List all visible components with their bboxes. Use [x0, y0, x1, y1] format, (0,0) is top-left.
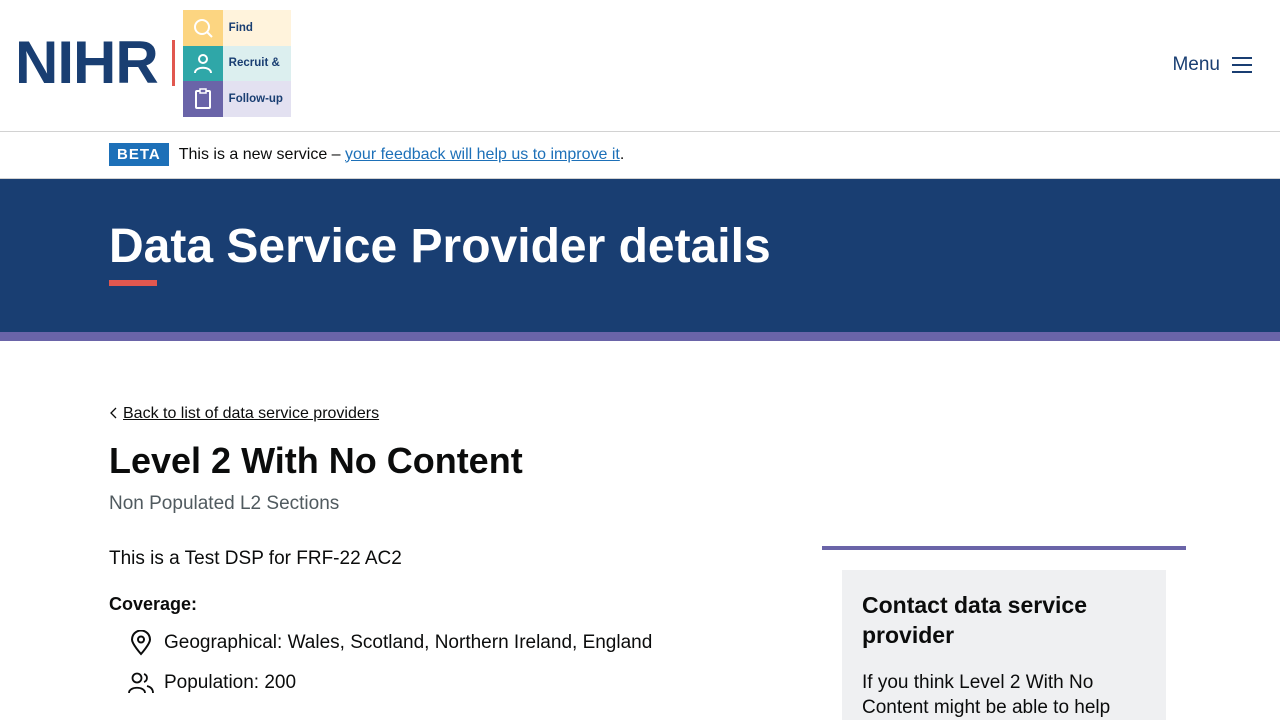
tile-find-label: Find [222, 10, 291, 46]
beta-suffix: . [619, 145, 625, 163]
page-heading: Data Service Provider details [109, 220, 771, 273]
site-header: NIHR Find Recruit & Follow-up Menu [0, 0, 1280, 132]
hero-stripe [0, 332, 1280, 341]
tile-recruit: Recruit & [182, 45, 291, 82]
menu-label: Menu [1172, 54, 1220, 75]
sidebar-rule [822, 546, 1186, 550]
clipboard-icon [182, 81, 223, 117]
back-link[interactable]: Back to list of data service providers [109, 405, 379, 423]
beta-tag: BETA [109, 143, 169, 166]
logo-divider [171, 40, 175, 87]
beta-text: This is a new service – your feedback wi… [179, 146, 625, 164]
coverage-label: Coverage: [109, 594, 198, 614]
search-icon [182, 10, 223, 46]
coverage-population: Population: 200 [128, 670, 296, 696]
beta-message: This is a new service – [178, 145, 341, 163]
hamburger-icon [1232, 57, 1252, 73]
coverage-geographical-text: Geographical: Wales, Scotland, Northern … [164, 632, 653, 653]
menu-button[interactable]: Menu [1172, 54, 1252, 76]
frf-logo-tiles: Find Recruit & Follow-up [182, 10, 291, 117]
back-link-label: Back to list of data service providers [123, 405, 380, 422]
provider-subtitle: Non Populated L2 Sections [109, 493, 340, 514]
contact-body: If you think Level 2 With No Content mig… [862, 672, 1111, 718]
tile-followup-label: Follow-up [222, 81, 291, 117]
nihr-logo-text: NIHR [15, 29, 159, 97]
hero-banner: Data Service Provider details [0, 179, 1280, 332]
contact-title: Contact data service provider [862, 592, 1087, 648]
location-pin-icon [128, 630, 154, 656]
coverage-population-text: Population: 200 [164, 672, 297, 693]
beta-banner: BETA This is a new service – your feedba… [0, 133, 1280, 179]
tile-followup: Follow-up [182, 81, 291, 117]
tile-find: Find [182, 10, 291, 46]
heading-accent-bar [109, 280, 157, 286]
chevron-left-icon [109, 406, 117, 422]
people-icon [128, 670, 154, 696]
feedback-link[interactable]: your feedback will help us to improve it [345, 146, 620, 163]
provider-description: This is a Test DSP for FRF-22 AC2 [109, 548, 402, 569]
nihr-logo[interactable]: NIHR Find Recruit & Follow-up [15, 10, 291, 117]
tile-recruit-label: Recruit & [222, 45, 291, 82]
person-icon [182, 45, 223, 82]
contact-panel: Contact data service provider If you thi… [842, 570, 1166, 720]
provider-title: Level 2 With No Content [109, 440, 523, 481]
coverage-geographical: Geographical: Wales, Scotland, Northern … [128, 630, 652, 656]
